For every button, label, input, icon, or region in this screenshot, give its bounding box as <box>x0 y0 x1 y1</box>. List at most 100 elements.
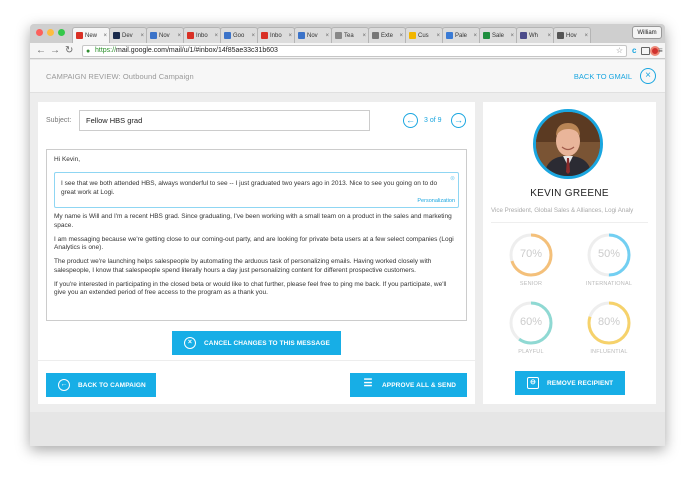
pager-text: 3 of 9 <box>424 117 442 124</box>
gauge-value: 50% <box>597 248 621 260</box>
close-tab-icon[interactable]: × <box>362 33 366 39</box>
personalization-box[interactable]: I see that we both attended HBS, always … <box>54 172 459 209</box>
back-arrow-circle-icon: ← <box>58 379 70 391</box>
tab-label: Pale <box>455 32 468 39</box>
close-tab-icon[interactable]: × <box>436 33 440 39</box>
tab-label: Inbo <box>270 32 282 39</box>
bookmark-star-icon[interactable]: ☆ <box>616 46 623 56</box>
forward-arrow-icon[interactable]: → <box>50 45 60 57</box>
lock-icon: ● <box>86 48 91 55</box>
browser-tab[interactable]: New × <box>72 27 110 43</box>
gauge-value: 60% <box>519 316 543 328</box>
menu-icon[interactable]: ≡ <box>658 45 663 57</box>
gmail-icon <box>76 32 83 39</box>
paragraph: The product we're launching helps salesp… <box>54 258 432 274</box>
close-icon[interactable]: × <box>640 68 656 84</box>
browser-tab[interactable]: Exte × <box>368 27 406 43</box>
avatar <box>533 109 603 179</box>
tab-label: Wh <box>529 32 538 39</box>
browser-tab[interactable]: Inbo × <box>257 27 295 43</box>
remove-recipient-button[interactable]: ⊖ REMOVE RECIPIENT <box>515 371 625 395</box>
close-tab-icon[interactable]: × <box>510 33 514 39</box>
greeting: Hi Kevin, <box>54 156 81 163</box>
cast-icon[interactable] <box>641 47 650 55</box>
tab-label: Nov <box>159 32 170 39</box>
close-tab-icon[interactable]: × <box>325 33 329 39</box>
app-header: CAMPAIGN REVIEW: Outbound Campaign BACK … <box>30 60 665 93</box>
url-scheme: https:// <box>95 47 117 54</box>
paragraph: I am messaging because we're getting clo… <box>54 235 454 252</box>
gmail-icon <box>187 32 194 39</box>
tab-label: Cus <box>418 32 429 39</box>
gauge-value: 70% <box>519 248 543 260</box>
next-message-icon[interactable]: → <box>451 113 466 128</box>
drive-icon <box>409 32 416 39</box>
palette-icon <box>446 32 453 39</box>
profile-button[interactable]: William <box>632 26 662 39</box>
personalization-text: I see that we both attended HBS, always … <box>61 180 438 196</box>
app-area: CAMPAIGN REVIEW: Outbound Campaign BACK … <box>30 60 665 446</box>
apple-icon <box>557 32 564 39</box>
tab-label: Tea <box>344 32 354 39</box>
international-gauge: 50% INTERNATIONAL <box>585 231 633 287</box>
paragraph: My name is Will and I'm a recent HBS gra… <box>54 213 452 229</box>
tab-label: Goo <box>233 32 245 39</box>
browser-tab[interactable]: Nov × <box>294 27 332 43</box>
doc-icon <box>335 32 342 39</box>
back-arrow-icon[interactable]: ← <box>36 45 46 57</box>
close-tab-icon[interactable]: × <box>288 33 292 39</box>
gauge-label: PLAYFUL <box>518 349 544 355</box>
browser-tab[interactable]: Tea × <box>331 27 369 43</box>
address-bar[interactable]: ● https://mail.google.com/mail/u/1/#inbo… <box>82 45 627 57</box>
recipient-title: Vice President, Global Sales & Alliances… <box>491 207 634 214</box>
minimize-window-icon[interactable] <box>47 29 54 36</box>
browser-tab[interactable]: Sale × <box>479 27 517 43</box>
tab-label: Hov <box>566 32 577 39</box>
message-body[interactable]: Hi Kevin, I see that we both attended HB… <box>46 149 467 321</box>
maximize-window-icon[interactable] <box>58 29 65 36</box>
reload-icon[interactable]: ↻ <box>65 45 73 57</box>
cancel-changes-button[interactable]: × CANCEL CHANGES TO THIS MESSAGE <box>172 331 341 355</box>
browser-window: New × Dev × Nov × Inbo × Goo × Inbo × Nov × Tea × Exte × C… <box>30 24 665 446</box>
browser-tab[interactable]: Hov × <box>553 27 591 43</box>
browser-tab[interactable]: Wh × <box>516 27 554 43</box>
close-tab-icon[interactable]: × <box>399 33 403 39</box>
browser-tab[interactable]: Cus × <box>405 27 443 43</box>
close-tab-icon[interactable]: × <box>547 33 551 39</box>
tab-label: Exte <box>381 32 394 39</box>
sheet-icon <box>483 32 490 39</box>
page-title: CAMPAIGN REVIEW: Outbound Campaign <box>46 72 194 81</box>
personalization-tag: Personalization <box>417 198 455 204</box>
close-window-icon[interactable] <box>36 29 43 36</box>
subject-label: Subject: <box>46 117 72 124</box>
close-tab-icon[interactable]: × <box>251 33 255 39</box>
approve-all-send-button[interactable]: ☰ APPROVE ALL & SEND <box>350 373 467 397</box>
close-tab-icon[interactable]: × <box>584 33 588 39</box>
w-icon <box>520 32 527 39</box>
close-tab-icon[interactable]: × <box>177 33 181 39</box>
back-to-gmail-link[interactable]: BACK TO GMAIL <box>574 72 632 81</box>
layers-icon: ☰ <box>363 378 373 389</box>
browser-tab[interactable]: Nov × <box>146 27 184 43</box>
personalization-close-icon[interactable]: ⊗ <box>450 175 455 183</box>
subject-input[interactable]: Fellow HBS grad <box>79 110 370 131</box>
browser-tab[interactable]: Goo × <box>220 27 258 43</box>
close-tab-icon[interactable]: × <box>473 33 477 39</box>
divider <box>38 360 475 361</box>
gauge-label: SENIOR <box>519 281 543 287</box>
browser-tab[interactable]: Pale × <box>442 27 480 43</box>
close-tab-icon[interactable]: × <box>214 33 218 39</box>
previous-message-icon[interactable]: ← <box>403 113 418 128</box>
close-tab-icon[interactable]: × <box>140 33 144 39</box>
browser-tab[interactable]: Dev × <box>109 27 147 43</box>
close-tab-icon[interactable]: × <box>103 33 107 39</box>
puzzle-icon <box>372 32 379 39</box>
remove-recipient-label: REMOVE RECIPIENT <box>547 379 614 387</box>
divider <box>491 222 648 223</box>
extension-c-icon[interactable]: c <box>632 45 636 57</box>
influential-gauge: 80% INFLUENTIAL <box>585 299 633 355</box>
recipient-name: KEVIN GREENE <box>530 188 609 199</box>
back-to-campaign-button[interactable]: ← BACK TO CAMPAIGN <box>46 373 156 397</box>
window-controls <box>36 29 65 36</box>
browser-tab[interactable]: Inbo × <box>183 27 221 43</box>
